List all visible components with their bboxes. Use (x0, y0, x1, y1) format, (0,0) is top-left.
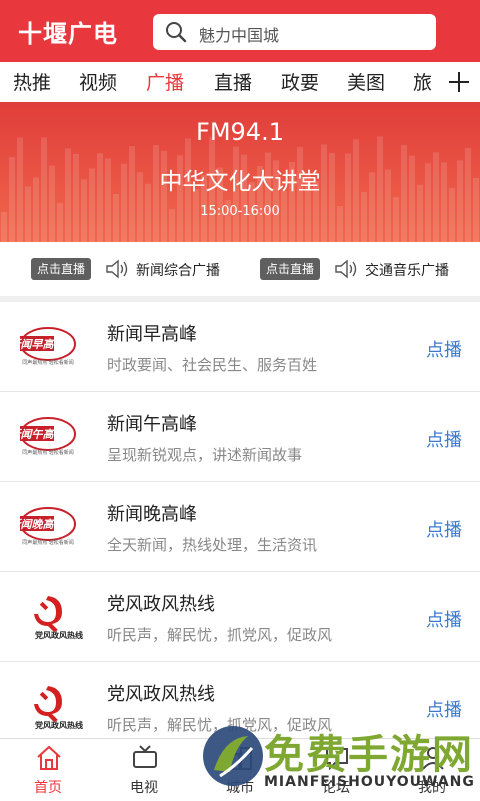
banner-frequency: FM94.1 (196, 118, 284, 146)
search-placeholder: 魅力中国城 (199, 26, 280, 45)
radio-banner[interactable]: FM94.1 中华文化大讲堂 15:00-16:00 (0, 102, 480, 242)
svg-text:同声最热点 轻松看新闻: 同声最热点 轻松看新闻 (22, 539, 74, 546)
nav-home[interactable]: 首页 (8, 739, 88, 801)
svg-text:新闻晚高峰: 新闻晚高峰 (18, 518, 66, 531)
program-list: 新闻早高峰 同声最热点 轻松看新闻 新闻早高峰 时政要闻、社会民生、服务百姓 点… (0, 302, 480, 752)
list-item[interactable]: 新闻早高峰 同声最热点 轻松看新闻 新闻早高峰 时政要闻、社会民生、服务百姓 点… (0, 302, 480, 392)
home-icon (37, 745, 61, 770)
banner-time: 15:00-16:00 (200, 204, 280, 219)
program-desc: 全天新闻，热线处理，生活资讯 (107, 536, 318, 554)
app-title: 十堰广电 (18, 20, 118, 48)
list-item[interactable]: 新闻午高峰 同声最热点 轻松看新闻 新闻午高峰 呈现新锐观点，讲述新闻故事 点播 (0, 392, 480, 482)
svg-text:同声最热点 轻松看新闻: 同声最热点 轻松看新闻 (22, 449, 74, 456)
nav-label: 电视 (130, 780, 158, 796)
svg-text:新闻午高峰: 新闻午高峰 (18, 428, 66, 441)
svg-text:新闻早高峰: 新闻早高峰 (18, 338, 66, 351)
live-label-traffic[interactable]: 交通音乐广播 (365, 260, 449, 280)
channel-tabs: 热推 视频 广播 直播 政要 美图 旅 (0, 62, 480, 102)
app-header: 十堰广电 魅力中国城 (0, 0, 480, 62)
nav-label: 首页 (34, 780, 62, 796)
watermark-logo (203, 726, 263, 786)
on-demand-button[interactable]: 点播 (426, 606, 462, 632)
tab-travel[interactable]: 旅 (413, 68, 432, 95)
live-row: 点击直播 新闻综合广播 点击直播 交通音乐广播 (0, 242, 480, 298)
watermark: 免费手游网 MIANFEISHOUYOUWANG (200, 712, 480, 800)
party-emblem-logo: 党风政风热线 (34, 686, 83, 730)
news-evening-logo: 新闻晚高峰 同声最热点 轻松看新闻 (18, 507, 76, 546)
on-demand-button[interactable]: 点播 (426, 516, 462, 542)
on-demand-button[interactable]: 点播 (426, 426, 462, 452)
svg-text:同声最热点 轻松看新闻: 同声最热点 轻松看新闻 (22, 359, 74, 366)
speaker-icon (106, 259, 128, 279)
speaker-icon (335, 259, 357, 279)
program-title: 新闻早高峰 (107, 324, 197, 345)
watermark-subtext: MIANFEISHOUYOUWANG (264, 774, 475, 790)
tab-politics[interactable]: 政要 (281, 68, 319, 95)
list-item[interactable]: 党风政风热线 党风政风热线 听民声，解民忧，抓党风，促政风 点播 (0, 572, 480, 662)
news-morning-logo: 新闻早高峰 同声最热点 轻松看新闻 (18, 327, 76, 366)
plus-icon (449, 72, 469, 92)
tv-icon (133, 745, 157, 768)
on-demand-button[interactable]: 点播 (426, 336, 462, 362)
program-title: 新闻午高峰 (107, 414, 197, 435)
search-icon (166, 22, 187, 43)
list-item[interactable]: 新闻晚高峰 同声最热点 轻松看新闻 新闻晚高峰 全天新闻，热线处理，生活资讯 点… (0, 482, 480, 572)
nav-tv[interactable]: 电视 (104, 739, 184, 801)
news-noon-logo: 新闻午高峰 同声最热点 轻松看新闻 (18, 417, 76, 456)
tab-live[interactable]: 直播 (214, 68, 252, 95)
tab-radio[interactable]: 广播 (146, 68, 184, 95)
program-title: 党风政风热线 (107, 684, 215, 705)
program-desc: 时政要闻、社会民生、服务百姓 (107, 356, 318, 374)
banner-program: 中华文化大讲堂 (159, 169, 321, 195)
program-title: 党风政风热线 (107, 594, 215, 615)
live-button-news[interactable]: 点击直播 (31, 258, 92, 280)
program-desc: 听民声，解民忧，抓党风，促政风 (107, 626, 333, 644)
svg-text:党风政风热线: 党风政风热线 (35, 720, 83, 730)
live-button-traffic[interactable]: 点击直播 (260, 258, 321, 280)
watermark-text: 免费手游网 (264, 732, 474, 778)
tab-hot[interactable]: 热推 (13, 68, 51, 95)
program-title: 新闻晚高峰 (107, 504, 197, 525)
add-channel-button[interactable] (438, 62, 480, 102)
tab-video[interactable]: 视频 (79, 68, 117, 95)
party-emblem-logo: 党风政风热线 (34, 596, 83, 640)
program-desc: 呈现新锐观点，讲述新闻故事 (107, 446, 303, 464)
tab-photos[interactable]: 美图 (347, 68, 385, 95)
search-box[interactable]: 魅力中国城 (153, 14, 436, 50)
svg-text:党风政风热线: 党风政风热线 (35, 630, 83, 640)
live-label-news[interactable]: 新闻综合广播 (136, 260, 220, 280)
